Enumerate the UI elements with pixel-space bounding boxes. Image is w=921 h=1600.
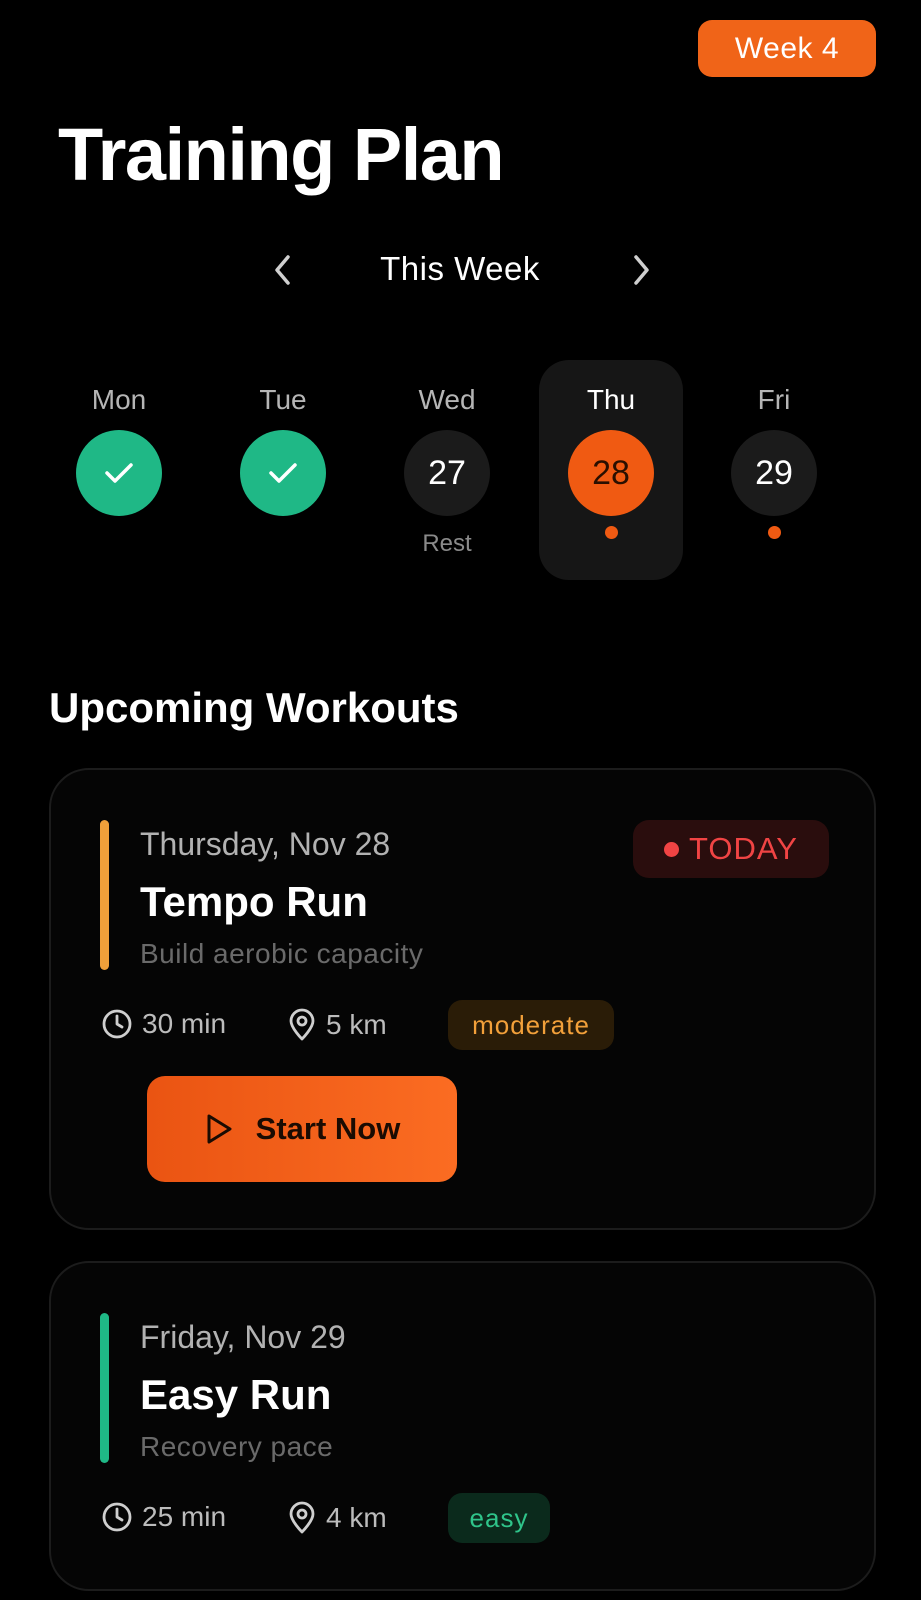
week-label: This Week [380,250,540,287]
section-title: Upcoming Workouts [49,684,459,731]
start-now-button[interactable]: Start Now [147,1076,457,1182]
distance-value: 5 km [326,1009,387,1040]
intensity-accent-bar [100,1313,109,1463]
workout-title: Easy Run [140,1371,332,1418]
workout-dot [767,526,781,539]
day-name: Tue [259,384,307,415]
today-badge: TODAY [633,820,829,878]
day-name: Wed [418,384,476,415]
workout-date: Friday, Nov 29 [140,1319,346,1355]
workout-duration: 25 min [101,1501,226,1533]
workout-card[interactable]: Thursday, Nov 28 Tempo Run Build aerobic… [49,768,876,1230]
today-badge-label: TODAY [689,831,798,866]
distance-value: 4 km [326,1502,387,1533]
map-pin-icon [289,1501,315,1534]
intensity-tag: easy [448,1493,550,1543]
day-mon[interactable]: Mon [47,360,191,580]
page-title: Training Plan [58,113,505,196]
duration-value: 30 min [142,1008,227,1039]
map-pin-icon [289,1008,315,1041]
play-icon [207,1114,232,1144]
day-rest-label: Rest [422,530,472,557]
start-now-label: Start Now [255,1111,401,1146]
prev-week-button[interactable] [263,250,303,290]
day-status-done [240,430,326,516]
workout-meta: 25 min 4 km easy [101,1493,841,1543]
day-number: 28 [568,430,654,516]
day-number: 29 [731,430,817,516]
intensity-tag: moderate [448,1000,614,1050]
day-number: 27 [404,430,490,516]
clock-icon [102,1502,132,1532]
day-name: Mon [91,384,147,415]
clock-icon [102,1009,132,1039]
day-name: Thu [586,384,636,415]
chevron-left-icon [275,255,290,285]
week-navigator: This Week [0,240,921,300]
workout-duration: 30 min [101,1008,226,1040]
workout-distance: 5 km [287,1008,387,1042]
day-selector: Mon Tue Wed 27 Rest Thu 28 Fri 29 [0,360,921,580]
workout-title: Tempo Run [140,878,368,925]
workout-dot [604,526,618,539]
day-thu[interactable]: Thu 28 [539,360,683,580]
workout-date: Thursday, Nov 28 [140,826,391,862]
workout-distance: 4 km [287,1501,387,1535]
week-badge: Week 4 [698,20,876,77]
duration-value: 25 min [142,1501,227,1532]
day-name: Fri [757,384,791,415]
intensity-accent-bar [100,820,109,970]
day-wed[interactable]: Wed 27 Rest [375,360,519,580]
workout-card[interactable]: Friday, Nov 29 Easy Run Recovery pace 25… [49,1261,876,1591]
day-fri[interactable]: Fri 29 [702,360,846,580]
check-icon [105,463,133,483]
day-tue[interactable]: Tue [211,360,355,580]
workout-subtitle: Recovery pace [140,1431,334,1462]
workout-subtitle: Build aerobic capacity [140,938,424,969]
chevron-right-icon [634,255,649,285]
status-dot [664,841,680,857]
workout-meta: 30 min 5 km moderate [101,1000,841,1050]
next-week-button[interactable] [621,250,661,290]
day-status-done [76,430,162,516]
check-icon [269,463,297,483]
